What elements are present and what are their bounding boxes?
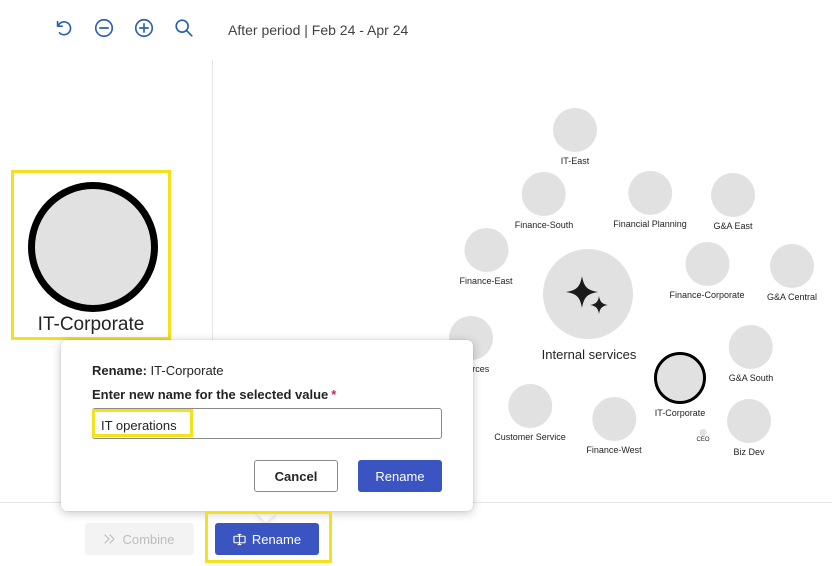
node-bubble: [553, 108, 597, 152]
graph-node[interactable]: CEO: [696, 429, 710, 443]
combine-button-label: Combine: [122, 531, 175, 547]
new-name-input-value: IT operations: [101, 418, 177, 433]
node-bubble: [521, 172, 566, 216]
dialog-rename-button[interactable]: Rename: [358, 460, 442, 492]
node-label: Financial Planning: [613, 219, 687, 229]
graph-node[interactable]: Customer Service: [494, 384, 566, 442]
node-label: Customer Service: [494, 432, 566, 442]
dialog-title: Rename: IT-Corporate: [92, 363, 224, 378]
graph-node[interactable]: Financial Planning: [613, 171, 687, 229]
node-label: IT-Corporate: [654, 408, 706, 418]
graph-node[interactable]: G&A East: [711, 173, 755, 231]
node-label: G&A Central: [766, 292, 818, 302]
rename-button[interactable]: Rename: [215, 523, 319, 555]
graph-node[interactable]: IT-East: [553, 108, 597, 166]
rename-button-label: Rename: [251, 531, 302, 547]
node-bubble: [627, 171, 672, 215]
new-name-label: Enter new name for the selected value *: [92, 387, 336, 402]
merge-icon: [104, 534, 116, 544]
rename-dialog: Rename: IT-Corporate Enter new name for …: [61, 340, 473, 511]
node-label: Finance-East: [459, 276, 513, 286]
graph-node[interactable]: Finance-Corporate: [669, 242, 745, 300]
node-bubble: [591, 397, 636, 441]
node-bubble: [654, 352, 706, 404]
graph-node[interactable]: Biz Dev: [727, 399, 771, 457]
graph-node-selected[interactable]: IT-Corporate: [654, 352, 706, 418]
center-node-label: Internal services: [541, 347, 637, 362]
node-bubble: [711, 173, 755, 217]
node-label: G&A South: [728, 373, 774, 383]
new-name-label-text: Enter new name for the selected value: [92, 387, 329, 402]
sparkle-icon: [566, 276, 608, 314]
graph-node[interactable]: G&A South: [728, 325, 774, 383]
rename-icon: [233, 533, 246, 545]
node-label: CEO: [696, 437, 710, 443]
node-label: Finance-South: [514, 220, 574, 230]
graph-node[interactable]: Finance-West: [586, 397, 642, 455]
cancel-button[interactable]: Cancel: [254, 460, 338, 492]
graph-node[interactable]: G&A Central: [767, 244, 817, 302]
node-bubble: [729, 325, 773, 369]
graph-node[interactable]: Finance-East: [459, 228, 513, 286]
combine-button[interactable]: Combine: [85, 523, 194, 555]
dialog-title-value: IT-Corporate: [150, 363, 224, 378]
node-label: Biz Dev: [733, 447, 765, 457]
required-mark: *: [331, 387, 337, 402]
node-bubble: [684, 242, 729, 286]
node-bubble: [699, 429, 707, 436]
graph-node[interactable]: Finance-South: [514, 172, 574, 230]
node-bubble: [727, 399, 771, 443]
node-label: IT-East: [560, 156, 590, 166]
dialog-title-prefix: Rename:: [92, 363, 147, 378]
node-bubble: [464, 228, 508, 272]
node-label: G&A East: [713, 221, 753, 231]
node-bubble: [770, 244, 814, 288]
node-bubble: [508, 384, 552, 428]
node-label: Finance-West: [586, 445, 642, 455]
node-label: Finance-Corporate: [669, 290, 745, 300]
center-node[interactable]: [543, 249, 633, 339]
